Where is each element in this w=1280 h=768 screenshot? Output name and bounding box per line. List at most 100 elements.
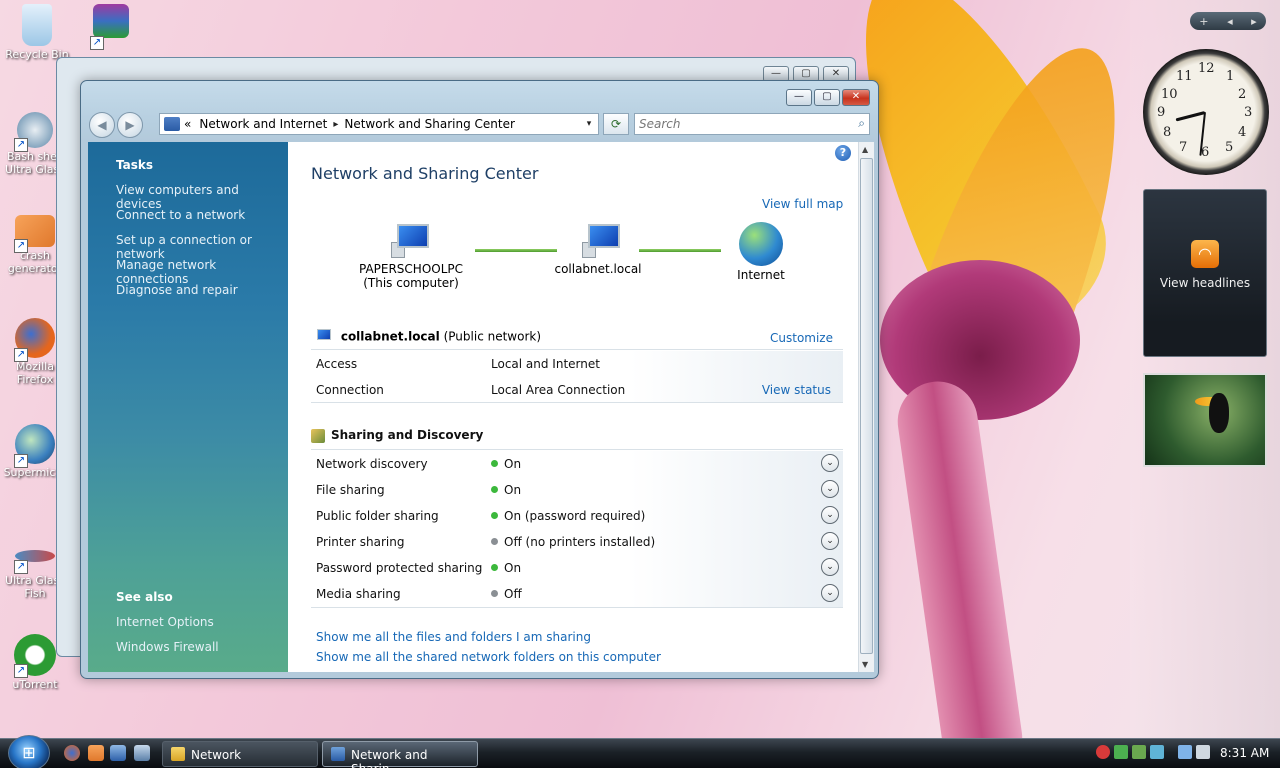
network-sharing-center-window[interactable]: — ▢ ✕ ◀ ▶ « Network and Internet ▸ Netwo…	[80, 80, 879, 679]
network-tray-icon[interactable]	[1178, 745, 1192, 759]
clock-numeral: 2	[1238, 87, 1247, 102]
task-connect-to-network[interactable]: Connect to a network	[116, 208, 245, 222]
add-gadget-button[interactable]: +	[1199, 15, 1208, 28]
taskbar-item-network-sharing[interactable]: Network and Sharin...	[322, 741, 478, 768]
network-name: collabnet.local	[554, 262, 642, 276]
firefox-icon[interactable]	[64, 745, 80, 761]
desktop-icon-archive[interactable]: ↗	[76, 4, 146, 50]
status-off-icon	[491, 590, 498, 597]
scrollbar-thumb[interactable]	[860, 158, 873, 654]
minimize-button[interactable]: —	[786, 89, 812, 106]
task-view-computers-devices[interactable]: View computers and devices	[116, 183, 288, 211]
table-row: Access Local and Internet	[311, 351, 843, 377]
winrar-icon	[93, 4, 129, 38]
customize-link[interactable]: Customize	[770, 331, 833, 345]
breadcrumb-network-and-internet[interactable]: Network and Internet	[199, 117, 327, 131]
row-value: On	[504, 483, 522, 497]
view-status-link[interactable]: View status	[762, 383, 831, 397]
expand-button[interactable]: ⌄	[821, 506, 839, 524]
vertical-scrollbar[interactable]: ▲ ▼	[858, 142, 874, 672]
globe-icon	[739, 222, 783, 266]
map-node-internet[interactable]: Internet	[706, 222, 816, 282]
clock-numeral: 10	[1161, 87, 1178, 102]
slideshow-gadget[interactable]	[1143, 373, 1267, 467]
taskbar-clock[interactable]: 8:31 AM	[1220, 746, 1269, 760]
wallpaper-stem	[892, 376, 1028, 768]
start-button[interactable]: ⊞	[8, 735, 50, 768]
network-header: collabnet.local (Public network) Customi…	[311, 328, 843, 350]
folder-icon	[171, 747, 185, 761]
tray-icon[interactable]	[1150, 745, 1164, 759]
rss-icon: ◠	[1191, 240, 1219, 268]
show-shared-files-link[interactable]: Show me all the files and folders I am s…	[316, 630, 591, 644]
taskbar-item-label: Network and Sharin...	[351, 748, 428, 768]
clock-numeral: 3	[1244, 105, 1253, 120]
task-set-up-connection[interactable]: Set up a connection or network	[116, 233, 288, 261]
sharing-row-media[interactable]: Media sharing Off ⌄	[311, 581, 843, 607]
clock-numeral: 5	[1225, 140, 1234, 155]
close-button[interactable]: ✕	[842, 89, 870, 106]
network-details-table: Access Local and Internet Connection Loc…	[311, 351, 843, 403]
volume-muted-icon[interactable]	[1196, 745, 1210, 759]
clock-numeral: 8	[1163, 125, 1172, 140]
row-label: Printer sharing	[316, 535, 405, 549]
taskbar-item-network[interactable]: Network	[162, 741, 318, 767]
task-diagnose-repair[interactable]: Diagnose and repair	[116, 283, 238, 297]
previous-gadget-button[interactable]: ◂	[1227, 15, 1233, 28]
clock-numeral: 4	[1238, 125, 1247, 140]
expand-button[interactable]: ⌄	[821, 480, 839, 498]
show-shared-folders-link[interactable]: Show me all the shared network folders o…	[316, 650, 661, 664]
search-input[interactable]: Search ⌕	[634, 113, 870, 135]
main-content: ? Network and Sharing Center View full m…	[288, 142, 858, 672]
sharing-row-public-folder[interactable]: Public folder sharing On (password requi…	[311, 503, 843, 529]
scroll-up-icon[interactable]: ▲	[862, 145, 868, 154]
refresh-button[interactable]: ⟳	[603, 113, 629, 135]
expand-button[interactable]: ⌄	[821, 532, 839, 550]
feed-headlines-gadget[interactable]: ◠ View headlines	[1143, 189, 1267, 357]
status-on-icon	[491, 486, 498, 493]
next-gadget-button[interactable]: ▸	[1251, 15, 1257, 28]
tray-icon[interactable]	[1114, 745, 1128, 759]
map-node-computer[interactable]: PAPERSCHOOLPC (This computer)	[356, 222, 466, 290]
expand-button[interactable]: ⌄	[821, 454, 839, 472]
desktop-icon-recycle-bin[interactable]: Recycle Bin	[2, 4, 72, 61]
task-pane: Tasks View computers and devices Connect…	[88, 142, 288, 672]
scroll-down-icon[interactable]: ▼	[862, 660, 868, 669]
show-desktop-icon[interactable]	[110, 745, 126, 761]
address-bar[interactable]: « Network and Internet ▸ Network and Sha…	[159, 113, 599, 135]
maximize-button[interactable]: ▢	[814, 89, 840, 106]
search-icon[interactable]: ⌕	[858, 116, 865, 131]
link-windows-firewall[interactable]: Windows Firewall	[116, 640, 219, 654]
row-label: Network discovery	[316, 457, 428, 471]
breadcrumb-network-sharing-center[interactable]: Network and Sharing Center	[344, 117, 515, 131]
row-value: Local and Internet	[491, 357, 600, 371]
sharing-row-file-sharing[interactable]: File sharing On ⌄	[311, 477, 843, 503]
sharing-row-network-discovery[interactable]: Network discovery On ⌄	[311, 451, 843, 477]
back-button[interactable]: ◀	[89, 112, 115, 138]
tray-icon[interactable]	[1132, 745, 1146, 759]
status-on-icon	[491, 512, 498, 519]
security-alert-icon[interactable]	[1096, 745, 1110, 759]
clock-gadget[interactable]: 12 1 2 3 4 5 6 7 8 9 10 11	[1143, 49, 1269, 175]
help-icon[interactable]: ?	[835, 145, 851, 161]
forward-button[interactable]: ▶	[117, 112, 143, 138]
switch-windows-icon[interactable]	[134, 745, 150, 761]
address-dropdown-icon[interactable]: ▾	[580, 119, 598, 129]
page-title: Network and Sharing Center	[311, 164, 539, 183]
address-prefix[interactable]: «	[184, 117, 191, 131]
quick-launch-icon[interactable]	[88, 745, 104, 761]
expand-button[interactable]: ⌄	[821, 584, 839, 602]
expand-button[interactable]: ⌄	[821, 558, 839, 576]
view-full-map-link[interactable]: View full map	[762, 197, 843, 211]
link-internet-options[interactable]: Internet Options	[116, 615, 214, 629]
sharing-icon	[311, 428, 325, 443]
sharing-discovery-heading: Sharing and Discovery	[311, 428, 843, 450]
map-node-network[interactable]: collabnet.local	[543, 222, 653, 276]
sharing-row-printer[interactable]: Printer sharing Off (no printers install…	[311, 529, 843, 555]
breadcrumb-separator-icon[interactable]: ▸	[333, 119, 338, 130]
view-headlines-label[interactable]: View headlines	[1144, 276, 1266, 290]
sharing-row-password-protected[interactable]: Password protected sharing On ⌄	[311, 555, 843, 581]
task-manage-connections[interactable]: Manage network connections	[116, 258, 288, 286]
clock-hour-hand	[1175, 111, 1206, 122]
computer-sub: (This computer)	[363, 276, 459, 290]
